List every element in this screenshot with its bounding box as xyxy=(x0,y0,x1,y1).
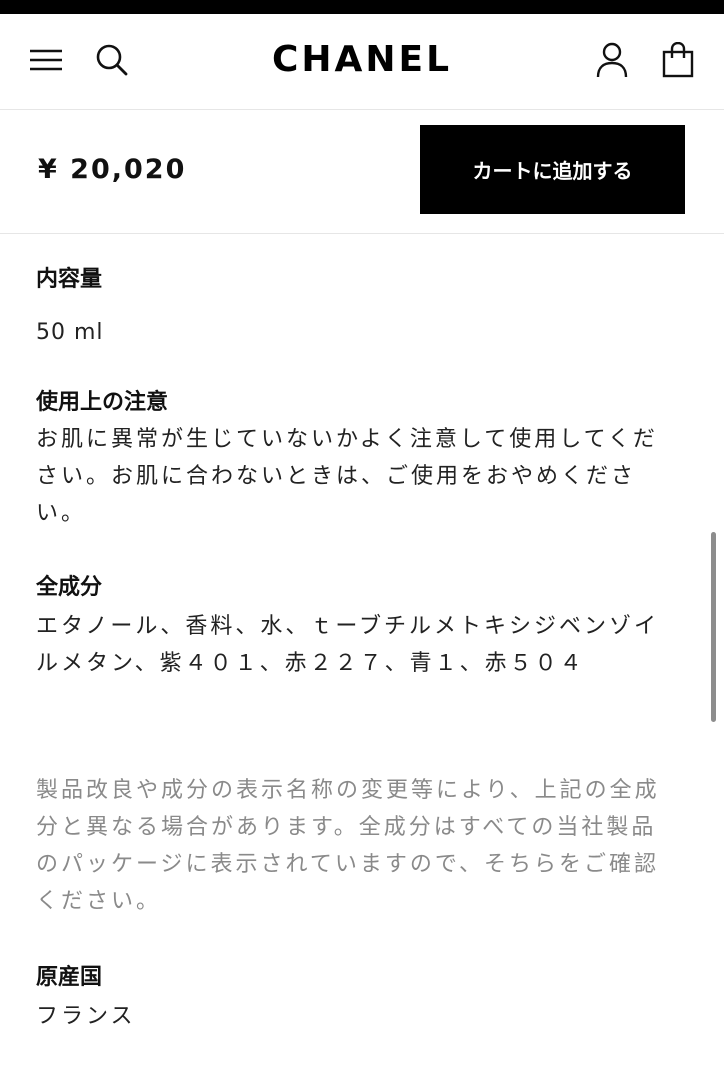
ingredients-notice: 製品改良や成分の表示名称の変更等により、上記の全成分と異なる場合があります。全成… xyxy=(36,778,660,914)
scrollbar[interactable] xyxy=(711,532,716,722)
top-status-strip xyxy=(0,0,724,14)
ingredients-heading: 全成分 xyxy=(36,575,103,600)
origin-heading: 原産国 xyxy=(36,965,103,990)
search-button[interactable] xyxy=(90,40,134,80)
search-icon xyxy=(96,44,128,76)
caution-text: お肌に異常が生じていないかよく注意して使用してください。お肌に合わないときは、ご… xyxy=(36,427,658,526)
volume-heading: 内容量 xyxy=(36,267,103,292)
shopping-bag-button[interactable] xyxy=(656,38,700,82)
chanel-logo[interactable]: CHANEL xyxy=(212,36,512,84)
menu-icon xyxy=(30,49,62,71)
account-icon xyxy=(596,42,628,78)
menu-button[interactable] xyxy=(24,40,68,80)
purchase-bar: ¥ 20,020 カートに追加する xyxy=(0,110,724,234)
origin-value: フランス xyxy=(36,1004,136,1029)
add-to-cart-button[interactable]: カートに追加する xyxy=(420,125,685,214)
ingredients-text: エタノール、香料、水、ｔーブチルメトキシジベンゾイルメタン、紫４０１、赤２２７、… xyxy=(36,614,660,676)
account-button[interactable] xyxy=(590,38,634,82)
site-header: CHANEL xyxy=(0,14,724,110)
product-price: ¥ 20,020 xyxy=(38,154,187,185)
caution-heading: 使用上の注意 xyxy=(36,390,169,415)
volume-value: 50 ml xyxy=(36,320,104,345)
bag-icon xyxy=(662,42,694,78)
